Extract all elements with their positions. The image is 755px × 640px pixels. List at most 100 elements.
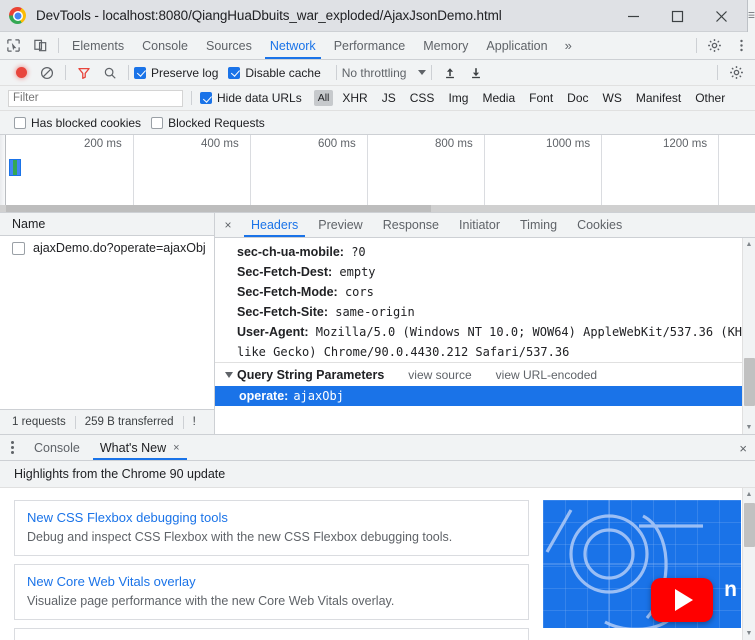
- gear-icon[interactable]: [723, 60, 749, 86]
- close-detail-icon[interactable]: ×: [215, 213, 241, 237]
- tab-elements[interactable]: Elements: [63, 32, 133, 59]
- record-button[interactable]: [8, 60, 34, 86]
- view-url-encoded-link[interactable]: view URL-encoded: [496, 368, 597, 382]
- disable-cache-checkbox[interactable]: Disable cache: [228, 66, 321, 80]
- preserve-log-checkbox[interactable]: Preserve log: [134, 66, 218, 80]
- headers-content[interactable]: sec-ch-ua-mobile: ?0 Sec-Fetch-Dest: emp…: [215, 238, 755, 434]
- whats-new-body[interactable]: New CSS Flexbox debugging tools Debug an…: [0, 488, 755, 640]
- tab-sources[interactable]: Sources: [197, 32, 261, 59]
- scrollbar-track[interactable]: [743, 501, 755, 627]
- header-value: cors: [344, 285, 374, 299]
- drawer-tab-console[interactable]: Console: [24, 435, 90, 460]
- card-description: Debug and inspect CSS Flexbox with the n…: [27, 530, 453, 544]
- tab-label: Console: [142, 38, 188, 53]
- list-item[interactable]: New CSS Flexbox debugging tools Debug an…: [14, 500, 529, 556]
- type-filter-doc[interactable]: Doc: [562, 90, 593, 106]
- type-filter-img[interactable]: Img: [443, 90, 473, 106]
- maximize-button[interactable]: [655, 0, 699, 32]
- scroll-up-arrow-icon[interactable]: ▲: [743, 238, 755, 251]
- type-filter-manifest[interactable]: Manifest: [631, 90, 686, 106]
- youtube-play-button[interactable]: [651, 578, 713, 622]
- throttling-dropdown[interactable]: No throttling: [342, 66, 427, 80]
- network-split-area: Name ajaxDemo.do?operate=ajaxObj 1 reque…: [0, 213, 755, 435]
- inspect-element-icon[interactable]: [0, 32, 27, 59]
- scroll-down-arrow-icon[interactable]: ▼: [743, 421, 755, 434]
- detail-vertical-scrollbar[interactable]: ▲ ▼: [742, 238, 755, 434]
- tab-initiator[interactable]: Initiator: [449, 213, 510, 237]
- whats-new-video[interactable]: n: [543, 488, 755, 640]
- tab-response[interactable]: Response: [373, 213, 449, 237]
- row-checkbox[interactable]: [12, 241, 25, 255]
- upload-arrow-icon[interactable]: [437, 60, 463, 86]
- scrollbar-track[interactable]: [743, 251, 755, 421]
- more-tabs-icon[interactable]: »: [557, 32, 580, 59]
- drawer-tab-whats-new[interactable]: What's New ×: [90, 435, 190, 460]
- network-overview-timeline[interactable]: 200 ms 400 ms 600 ms 800 ms 1000 ms 1200…: [0, 135, 755, 213]
- tab-timing[interactable]: Timing: [510, 213, 567, 237]
- card-description: Visualize page performance with the new …: [27, 594, 395, 608]
- network-toolbar-right: [712, 60, 755, 86]
- filter-funnel-icon[interactable]: [71, 60, 97, 86]
- tab-application[interactable]: Application: [477, 32, 556, 59]
- tab-headers[interactable]: Headers: [241, 213, 308, 237]
- type-filter-all[interactable]: All: [313, 90, 334, 106]
- tab-label: What's New: [99, 440, 167, 455]
- kebab-menu-icon[interactable]: [728, 32, 755, 59]
- search-icon[interactable]: [97, 60, 123, 86]
- has-blocked-cookies-checkbox[interactable]: Has blocked cookies: [14, 116, 141, 130]
- overview-body[interactable]: 200 ms 400 ms 600 ms 800 ms 1000 ms 1200…: [6, 135, 755, 212]
- hide-data-urls-checkbox[interactable]: Hide data URLs: [200, 91, 302, 105]
- minimize-button[interactable]: [611, 0, 655, 32]
- blocked-requests-checkbox[interactable]: Blocked Requests: [151, 116, 265, 130]
- window-controls: [611, 0, 743, 32]
- whats-new-scrollbar[interactable]: ▲ ▼: [742, 488, 755, 640]
- query-param-row[interactable]: operate: ajaxObj: [215, 386, 742, 406]
- header-value: Mozilla/5.0 (Windows NT 10.0; WOW64) App…: [315, 325, 755, 339]
- close-button[interactable]: [699, 0, 743, 32]
- tab-memory[interactable]: Memory: [414, 32, 477, 59]
- type-filter-font[interactable]: Font: [524, 90, 558, 106]
- scroll-down-arrow-icon[interactable]: ▼: [743, 627, 755, 640]
- type-filter-css[interactable]: CSS: [405, 90, 440, 106]
- tab-label: Cookies: [577, 218, 623, 232]
- overview-scrollbar-track[interactable]: [0, 205, 755, 212]
- device-toolbar-icon[interactable]: [27, 32, 54, 59]
- card-title[interactable]: Report Trusted Web Activity issues: [27, 636, 516, 640]
- overview-request-bar: [9, 159, 21, 176]
- type-filter-ws[interactable]: WS: [598, 90, 627, 106]
- card-title[interactable]: New CSS Flexbox debugging tools: [27, 508, 516, 527]
- table-row[interactable]: ajaxDemo.do?operate=ajaxObj: [0, 236, 214, 260]
- list-item[interactable]: New Core Web Vitals overlay Visualize pa…: [14, 564, 529, 620]
- view-source-link[interactable]: view source: [408, 368, 471, 382]
- scroll-up-arrow-icon[interactable]: ▲: [743, 488, 755, 501]
- tab-performance[interactable]: Performance: [325, 32, 415, 59]
- column-header-name: Name: [12, 217, 46, 231]
- tab-console[interactable]: Console: [133, 32, 197, 59]
- request-column-header[interactable]: Name: [0, 213, 214, 236]
- overview-scrollbar-thumb[interactable]: [6, 205, 431, 212]
- query-string-header[interactable]: Query String Parameters view source view…: [215, 363, 742, 386]
- scrollbar-thumb[interactable]: [743, 358, 755, 406]
- filter-input[interactable]: [8, 89, 183, 107]
- close-drawer-icon[interactable]: ×: [739, 435, 747, 461]
- tab-cookies[interactable]: Cookies: [567, 213, 632, 237]
- card-title[interactable]: New Core Web Vitals overlay: [27, 572, 516, 591]
- clear-icon[interactable]: [34, 60, 60, 86]
- type-filter-xhr[interactable]: XHR: [337, 90, 372, 106]
- gear-icon[interactable]: [701, 32, 728, 59]
- scrollbar-thumb[interactable]: [743, 503, 755, 547]
- kebab-menu-icon[interactable]: [0, 435, 24, 460]
- request-list[interactable]: ajaxDemo.do?operate=ajaxObj: [0, 236, 214, 409]
- close-icon[interactable]: ×: [173, 442, 179, 454]
- download-arrow-icon[interactable]: [463, 60, 489, 86]
- query-string-title: Query String Parameters: [237, 367, 385, 382]
- list-item[interactable]: Report Trusted Web Activity issues: [14, 628, 529, 640]
- type-filter-js[interactable]: JS: [377, 90, 401, 106]
- chrome-90-video-thumbnail[interactable]: n: [543, 500, 741, 628]
- type-filter-other[interactable]: Other: [690, 90, 730, 106]
- type-filter-media[interactable]: Media: [477, 90, 520, 106]
- main-tabbar-right: [692, 32, 755, 59]
- tab-network[interactable]: Network: [261, 32, 325, 59]
- transferred-size: 259 B transferred: [84, 416, 174, 428]
- tab-preview[interactable]: Preview: [308, 213, 372, 237]
